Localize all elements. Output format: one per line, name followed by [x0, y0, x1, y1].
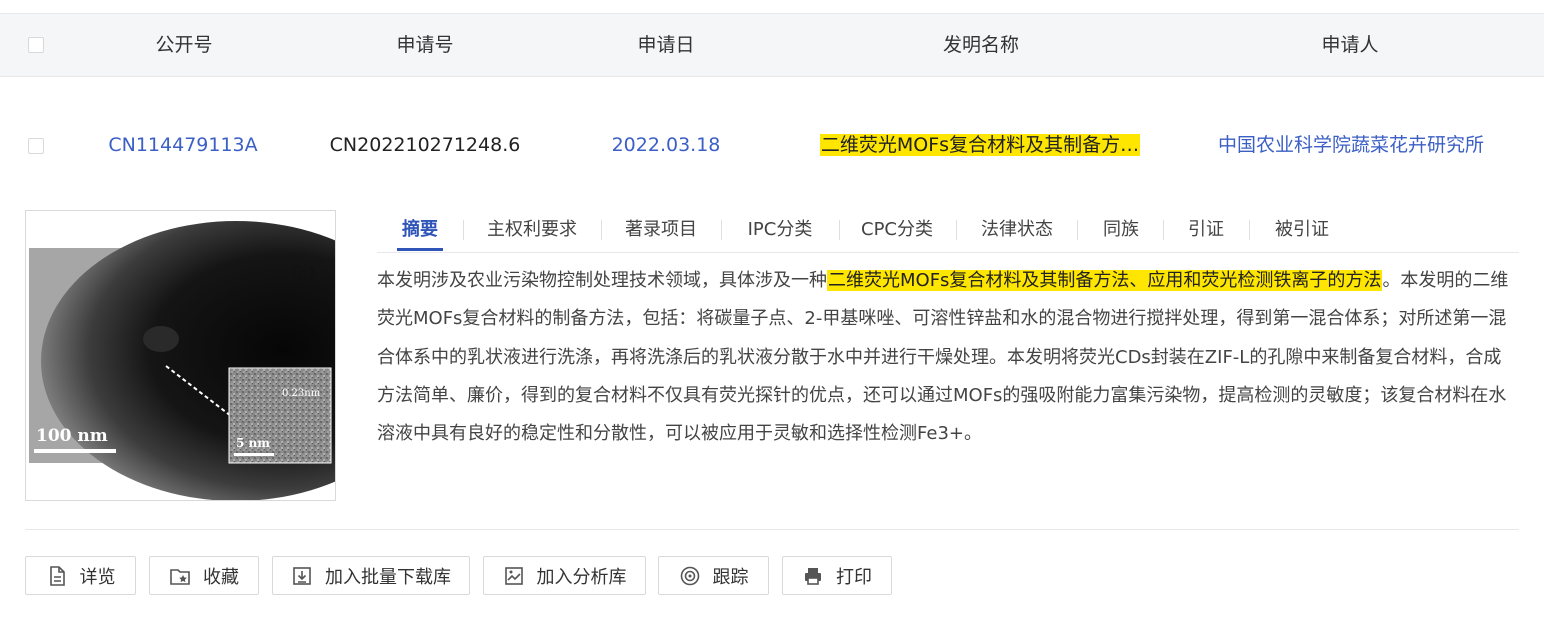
tab-cpc[interactable]: CPC分类 [859, 210, 935, 250]
radar-icon [680, 566, 699, 585]
app-date-link[interactable]: 2022.03.18 [596, 112, 736, 178]
add-to-analysis-label: 加入分析库 [536, 566, 627, 588]
title-link[interactable]: 二维荧光MOFs复合材料及其制备方… [819, 134, 1141, 156]
table-row: CN114479113A CN202210271248.6 2022.03.18… [0, 112, 1544, 178]
title-cell: 二维荧光MOFs复合材料及其制备方… [800, 112, 1160, 178]
patent-drawing-thumbnail[interactable]: (c) 0.23nm 100 nm 5 nm [25, 210, 431, 501]
app-no: CN202210271248.6 [329, 134, 521, 156]
inset-annotation-text: 0.23nm [282, 388, 321, 399]
abstract-part-2: 。本发明的二维荧光MOFs复合材料的制备方法，包括：将碳量子点、2-甲基咪唑、可… [377, 270, 1509, 445]
panel-label-text: (c) [290, 264, 316, 284]
inset-scale-bar [234, 453, 274, 456]
add-to-batch-download-label: 加入批量下载库 [325, 566, 451, 588]
tab-family[interactable]: 同族 [1099, 210, 1143, 250]
row-checkbox[interactable] [28, 138, 44, 154]
detail-button[interactable]: 详览 [25, 556, 136, 595]
column-header-app-no[interactable]: 申请号 [345, 14, 505, 76]
tab-citations[interactable]: 引证 [1185, 210, 1227, 250]
tab-abstract[interactable]: 摘要 [397, 210, 443, 251]
folder-star-icon [170, 568, 190, 585]
abstract-highlight: 二维荧光MOFs复合材料及其制备方法、应用和荧光检测铁离子的方法 [827, 270, 1383, 291]
select-all-checkbox[interactable] [28, 37, 44, 53]
tab-main-claim[interactable]: 主权利要求 [485, 210, 579, 250]
section-divider [25, 529, 1519, 530]
table-header: 公开号 申请号 申请日 发明名称 申请人 [0, 13, 1544, 77]
add-to-batch-download-button[interactable]: 加入批量下载库 [272, 556, 470, 595]
print-button[interactable]: 打印 [782, 556, 892, 595]
download-icon [293, 566, 311, 585]
tab-bibliographic[interactable]: 著录项目 [623, 210, 699, 250]
favorite-button[interactable]: 收藏 [149, 556, 259, 595]
column-header-applicant[interactable]: 申请人 [1230, 14, 1470, 76]
column-header-title[interactable]: 发明名称 [841, 14, 1121, 76]
detail-button-label: 详览 [79, 566, 116, 588]
add-to-analysis-button[interactable]: 加入分析库 [483, 556, 646, 595]
tab-ipc[interactable]: IPC分类 [743, 210, 817, 250]
scale-bar [34, 449, 116, 453]
tem-micrograph-image: (c) 0.23nm 100 nm 5 nm [29, 221, 431, 501]
applicant-link[interactable]: 中国农业科学院蔬菜花卉研究所 [1200, 112, 1502, 178]
tab-legal-status[interactable]: 法律状态 [978, 210, 1056, 250]
image-chart-icon [504, 566, 523, 585]
tab-cited-by[interactable]: 被引证 [1271, 210, 1333, 250]
track-button[interactable]: 跟踪 [658, 556, 769, 595]
abstract-part-1: 本发明涉及农业污染物控制处理技术领域，具体涉及一种 [377, 270, 827, 291]
scale-bar-label: 100 nm [36, 426, 108, 446]
printer-icon [805, 567, 821, 585]
column-header-app-date[interactable]: 申请日 [586, 14, 746, 76]
favorite-button-label: 收藏 [203, 566, 239, 588]
print-button-label: 打印 [836, 566, 872, 588]
document-icon [49, 565, 65, 586]
pub-no-link[interactable]: CN114479113A [96, 112, 270, 178]
abstract-text: 本发明涉及农业污染物控制处理技术领域，具体涉及一种二维荧光MOFs复合材料及其制… [377, 262, 1519, 453]
inset-scale-label: 5 nm [236, 436, 270, 450]
track-button-label: 跟踪 [712, 566, 749, 588]
detail-tabs: 摘要 主权利要求 著录项目 IPC分类 CPC分类 法律状态 同族 引证 被引证 [377, 210, 1519, 253]
column-header-pub-no[interactable]: 公开号 [104, 14, 264, 76]
